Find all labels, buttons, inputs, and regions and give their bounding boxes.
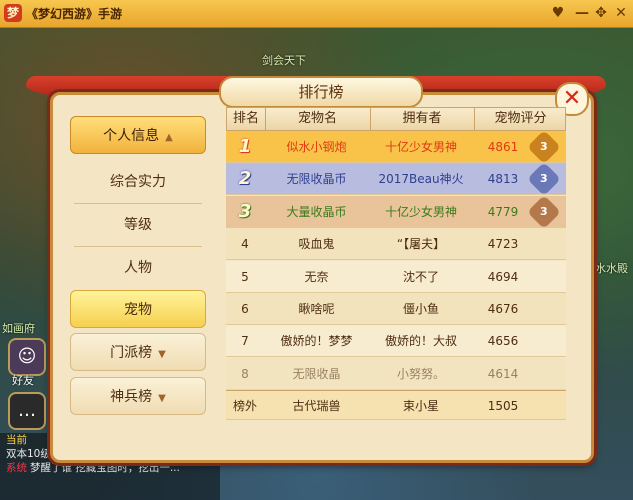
ranking-table: 排名 宠物名 拥有者 宠物评分 1 似水小钢炮 十亿少女男神 4861 3 2 无限收晶币 2… <box>226 107 566 420</box>
column-header-pet: 宠物名 <box>297 111 337 126</box>
menu-item-character[interactable]: 人物 <box>70 248 206 286</box>
favorite-icon[interactable]: ♥ <box>548 3 568 23</box>
column-header-owner: 拥有者 <box>402 111 442 126</box>
friend-avatar-icon[interactable]: ☺ <box>8 338 46 376</box>
rank-cell: 4 <box>241 237 249 252</box>
menu-item-label: 等级 <box>124 217 152 233</box>
rank-cell: 8 <box>241 366 249 381</box>
score-cell: 4861 <box>487 140 519 154</box>
rank-cell: 6 <box>241 302 249 316</box>
menu-item-label: 人物 <box>124 260 152 276</box>
table-header: 排名 宠物名 拥有者 宠物评分 <box>226 107 566 132</box>
score-cell: 4614 <box>487 366 519 381</box>
friend-label: 好友 <box>12 374 34 387</box>
app-icon: 梦 <box>4 4 22 22</box>
owner-cell: 傲娇的！大叔 <box>384 334 457 349</box>
scene-label-left: 如画府 <box>2 322 35 335</box>
column-header-score: 宠物评分 <box>494 111 547 126</box>
score-cell: 4676 <box>487 302 519 316</box>
menu-item-label: 宠物 <box>124 302 152 318</box>
score-cell: 4723 <box>487 237 519 252</box>
menu-item-label: 综合实力 <box>110 174 166 190</box>
footer-rank: 榜外 <box>232 399 257 413</box>
chat-channel-tag: 系统 <box>6 462 27 474</box>
rank-cell: 2 <box>238 168 252 190</box>
pet-name-cell: 似水小钢炮 <box>286 140 347 154</box>
owner-cell: 沈不了 <box>402 269 439 284</box>
maximize-button[interactable]: ✥ <box>591 3 611 23</box>
table-row[interactable]: 1 似水小钢炮 十亿少女男神 4861 3 <box>226 130 566 164</box>
owner-cell: 僵小鱼 <box>402 302 439 316</box>
footer-score: 1505 <box>487 399 519 413</box>
panel-title: 排行榜 <box>219 76 423 108</box>
table-row[interactable]: 3 大量收晶币 十亿少女男神 4779 3 <box>226 194 566 229</box>
menu-group-sect[interactable]: 门派榜 ▼ <box>70 333 206 371</box>
menu-group-label: 门派榜 <box>110 345 153 361</box>
rank-cell: 3 <box>238 200 252 222</box>
rank-cell: 5 <box>241 269 249 284</box>
chat-line: 系统 梦醒了谁 挖藏宝图时，挖出一... <box>0 461 220 475</box>
owner-cell: “【屠夫】 <box>396 237 446 252</box>
minimize-button[interactable]: — <box>572 3 592 23</box>
chevron-down-icon: ▼ <box>158 393 166 404</box>
score-cell: 4656 <box>487 334 519 349</box>
window-title: 《梦幻西游》手游 <box>26 7 123 21</box>
owner-cell: 十亿少女男神 <box>384 140 457 154</box>
window-titlebar: 梦 《梦幻西游》手游 ♥ — ✥ ✕ <box>0 0 633 28</box>
menu-item-level[interactable]: 等级 <box>70 205 206 243</box>
table-row[interactable]: 7 傲娇的！梦梦 傲娇的！大叔 4656 <box>226 325 566 358</box>
chat-bubble-icon[interactable]: … <box>8 392 46 430</box>
chat-text: 梦醒了谁 挖藏宝图时，挖出一... <box>30 462 180 474</box>
pet-name-cell: 无限收晶 <box>292 366 341 381</box>
close-window-button[interactable]: ✕ <box>611 3 631 23</box>
chevron-up-icon: ▲ <box>165 132 173 143</box>
owner-cell: 2017Beau神火 <box>378 172 464 187</box>
column-header-rank: 排名 <box>232 111 259 126</box>
rank-cell: 7 <box>241 334 249 349</box>
owner-cell: 小努努。 <box>396 366 445 381</box>
pet-name-cell: 无奈 <box>304 269 329 284</box>
footer-owner: 束小星 <box>402 399 439 413</box>
score-cell: 4779 <box>487 204 519 219</box>
footer-pet: 古代瑞兽 <box>292 399 341 413</box>
menu-divider <box>74 203 202 204</box>
menu-group-weapon[interactable]: 神兵榜 ▼ <box>70 377 206 415</box>
table-row[interactable]: 8 无限收晶 小努努。 4614 <box>226 357 566 390</box>
scene-label: 剑会天下 <box>262 54 306 67</box>
pet-name-cell: 傲娇的！梦梦 <box>280 334 353 349</box>
score-cell: 4694 <box>487 269 519 284</box>
menu-divider <box>74 246 202 247</box>
score-cell: 4813 <box>487 172 519 187</box>
table-footer-row[interactable]: 榜外 古代瑞兽 束小星 1505 <box>226 390 566 420</box>
menu-header-label: 个人信息 <box>103 128 160 144</box>
menu-item-pet[interactable]: 宠物 <box>70 290 206 328</box>
table-row[interactable]: 4 吸血鬼 “【屠夫】 4723 <box>226 228 566 261</box>
rank-cell: 1 <box>238 136 252 157</box>
table-row[interactable]: 2 无限收晶币 2017Beau神火 4813 3 <box>226 162 566 197</box>
menu-item-overall[interactable]: 综合实力 <box>70 162 206 200</box>
pet-name-cell: 瞅啥呢 <box>298 302 335 316</box>
pet-name-cell: 吸血鬼 <box>298 237 335 252</box>
chevron-down-icon: ▼ <box>158 349 166 360</box>
menu-group-label: 神兵榜 <box>110 389 153 405</box>
table-row[interactable]: 5 无奈 沈不了 4694 <box>226 260 566 293</box>
table-row[interactable]: 6 瞅啥呢 僵小鱼 4676 <box>226 293 566 325</box>
medal-label: 3 <box>540 172 548 186</box>
pet-name-cell: 无限收晶币 <box>286 172 347 187</box>
owner-cell: 十亿少女男神 <box>384 204 457 219</box>
pet-name-cell: 大量收晶币 <box>286 204 347 219</box>
menu-header-personal-info[interactable]: 个人信息 ▲ <box>70 116 206 154</box>
medal-label: 3 <box>540 204 548 218</box>
medal-label: 3 <box>540 140 548 153</box>
chat-channel-tag: 当前 <box>6 434 27 446</box>
